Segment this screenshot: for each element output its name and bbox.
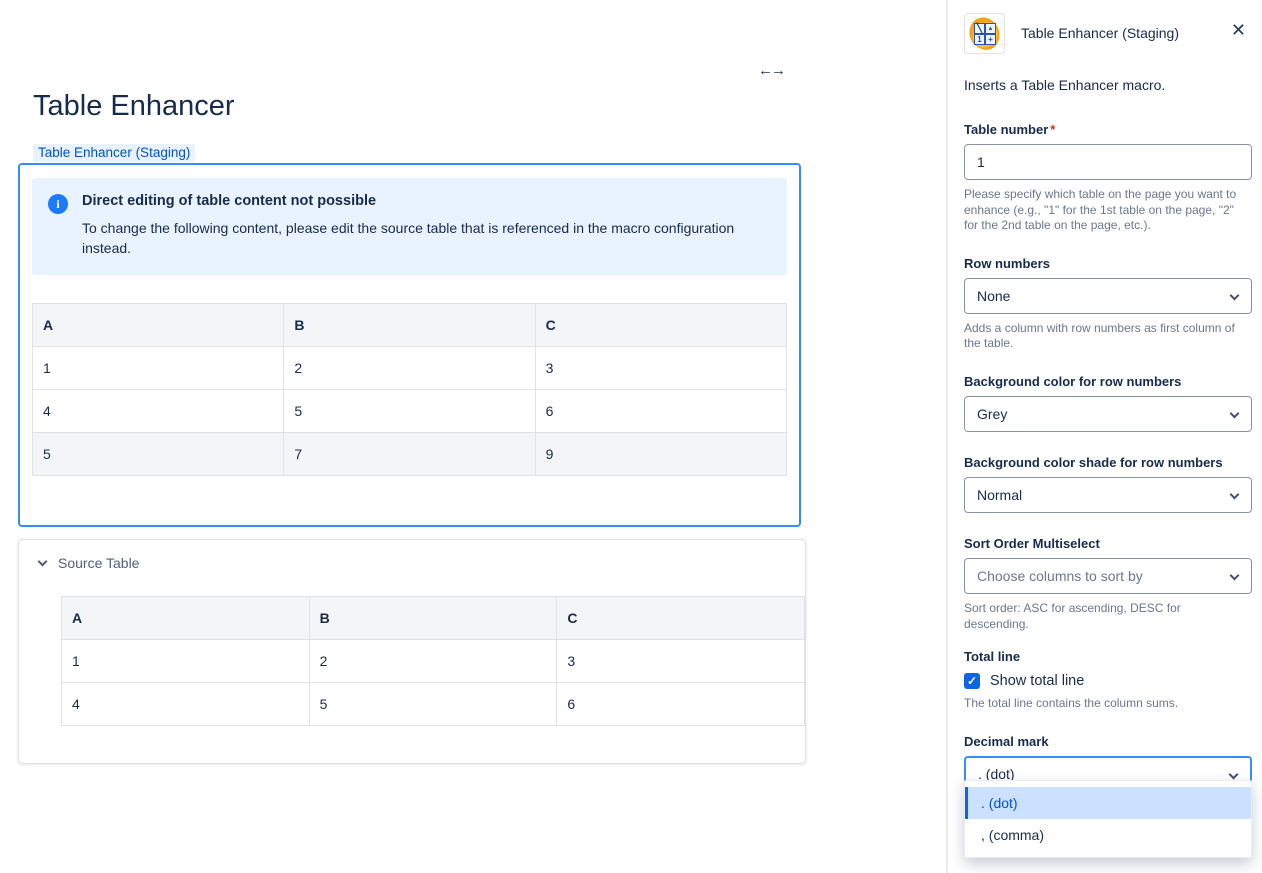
table-cell: 5 [33,433,284,476]
info-panel-text: Direct editing of table content not poss… [82,193,762,258]
table-cell: 2 [309,640,557,683]
dropdown-option-dot[interactable]: . (dot) [965,787,1251,819]
column-header: C [557,597,805,640]
source-table-expander[interactable]: Source Table [39,555,785,571]
chevron-down-icon [38,556,48,566]
table-row: 1 2 3 [33,347,787,390]
selected-value: Grey [977,406,1007,422]
checkbox-label: Show total line [990,673,1084,689]
placeholder-text: Choose columns to sort by [977,568,1143,584]
table-cell: 3 [557,640,805,683]
table-number-input[interactable] [964,144,1252,180]
source-table-title: Source Table [58,555,139,571]
chevron-down-icon [1230,290,1240,300]
source-table: A B C 1 2 3 4 5 6 [61,596,805,726]
table-cell: 3 [535,347,786,390]
row-number-bg-color-select[interactable]: Grey [964,396,1252,432]
info-panel: i Direct editing of table content not po… [32,178,787,275]
table-cell: 4 [33,390,284,433]
table-cell: 7 [284,433,535,476]
row-numbers-select[interactable]: None [964,278,1252,314]
info-icon: i [48,194,68,214]
column-header: B [284,304,535,347]
source-table-panel: Source Table A B C 1 2 3 [18,539,806,764]
selected-value: Normal [977,487,1022,503]
column-header: B [309,597,557,640]
field-label-text: Table number [964,122,1048,137]
table-row: 4 5 6 [33,390,787,433]
table-cell: 1 [33,347,284,390]
selected-value: None [977,288,1010,304]
required-asterisk: * [1050,122,1055,137]
table-cell: 6 [535,390,786,433]
sort-order-help: Sort order: ASC for ascending, DESC for … [964,601,1246,632]
decimal-mark-label: Decimal mark [964,734,1246,749]
row-numbers-help: Adds a column with row numbers as first … [964,321,1246,352]
total-line-help: The total line contains the column sums. [964,696,1246,712]
sidebar-title: Table Enhancer (Staging) [1021,25,1179,41]
row-numbers-label: Row numbers [964,256,1246,271]
chevron-down-icon [1230,409,1240,419]
macro-name-chip[interactable]: Table Enhancer (Staging) [33,144,195,162]
chevron-down-icon [1230,490,1240,500]
close-icon[interactable]: ✕ [1231,21,1246,39]
page-title: Table Enhancer [33,90,946,123]
column-header: A [62,597,310,640]
decimal-mark-dropdown-menu: . (dot) , (comma) [964,780,1252,858]
macro-config-form: Table number* Please specify which table… [964,122,1246,873]
column-header: A [33,304,284,347]
table-cell: 2 [284,347,535,390]
table-row: 4 5 6 [62,683,805,726]
show-total-line-checkbox-row[interactable]: ✓ Show total line [964,673,1246,689]
dropdown-option-comma[interactable]: , (comma) [965,819,1251,851]
table-header-row: A B C [62,597,805,640]
table-number-help: Please specify which table on the page y… [964,187,1246,234]
chevron-down-icon [1229,769,1239,779]
macro-config-sidebar: ╲ ▲ 1 + Table Enhancer (Staging) ✕ Inser… [946,0,1262,873]
table-cell: 5 [284,390,535,433]
table-enhancer-macro-icon: ╲ ▲ 1 + [964,13,1005,54]
table-cell: 6 [557,683,805,726]
resize-width-icon[interactable]: ←→ [758,62,784,79]
macro-description: Inserts a Table Enhancer macro. [964,77,1246,93]
table-number-label: Table number* [964,122,1246,137]
row-number-bg-shade-select[interactable]: Normal [964,477,1252,513]
checkbox-checked-icon[interactable]: ✓ [964,673,980,689]
total-line-label: Total line [964,649,1246,664]
info-panel-title: Direct editing of table content not poss… [82,193,762,209]
sort-order-multiselect[interactable]: Choose columns to sort by [964,558,1252,594]
macro-editor-app: ←→ Table Enhancer Table Enhancer (Stagin… [0,0,1262,873]
table-header-row: A B C [33,304,787,347]
enhanced-table: A B C 1 2 3 4 5 6 [32,303,787,476]
table-cell: 4 [62,683,310,726]
editor-content-area: ←→ Table Enhancer Table Enhancer (Stagin… [0,0,946,873]
chevron-down-icon [1230,571,1240,581]
selected-macro-block[interactable]: i Direct editing of table content not po… [18,163,801,527]
info-panel-body: To change the following content, please … [82,218,762,258]
sort-order-label: Sort Order Multiselect [964,536,1246,551]
table-cell: 5 [309,683,557,726]
column-header: C [535,304,786,347]
row-number-bg-color-label: Background color for row numbers [964,374,1246,389]
row-number-bg-shade-label: Background color shade for row numbers [964,455,1246,470]
table-cell: 9 [535,433,786,476]
table-cell: 1 [62,640,310,683]
sidebar-header: ╲ ▲ 1 + Table Enhancer (Staging) ✕ [948,0,1262,54]
table-row: 1 2 3 [62,640,805,683]
total-line-row: 5 7 9 [33,433,787,476]
